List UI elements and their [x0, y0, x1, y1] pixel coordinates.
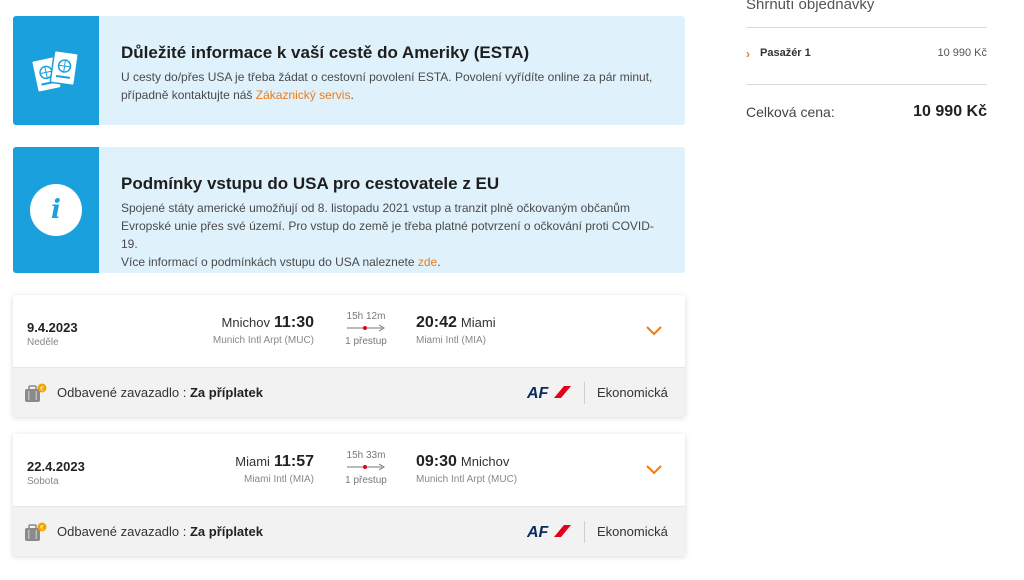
usa-entry-notice: i Podmínky vstupu do USA pro cestovatele…	[13, 147, 685, 273]
departure-airport: Munich Intl Arpt (MUC)	[212, 335, 314, 346]
flight-header[interactable]: 22.4.2023 Sobota Miami 11:57 Miami Intl (…	[13, 434, 685, 506]
baggage-info: Odbavené zavazadlo : Za příplatek	[57, 385, 263, 400]
departure-city: Mnichov	[221, 315, 270, 330]
arrival: 09:30 Mnichov Munich Intl Arpt (MUC)	[416, 453, 517, 485]
flight-details-bar: € Odbavené zavazadlo : Za příplatek AF E…	[13, 367, 685, 417]
route-arrow-icon	[339, 461, 393, 475]
chevron-down-icon[interactable]	[645, 323, 663, 337]
esta-text-line1: U cesty do/přes USA je třeba žádat o ces…	[121, 70, 653, 84]
arrival-airport: Miami Intl (MIA)	[416, 335, 486, 346]
flight-date: 9.4.2023	[27, 320, 78, 335]
air-france-logo: AF	[527, 385, 571, 401]
flight-stops: 1 přestup	[345, 336, 387, 347]
divider	[584, 521, 585, 543]
chevron-down-icon[interactable]	[645, 462, 663, 476]
divider	[746, 27, 987, 28]
baggage-info: Odbavené zavazadlo : Za příplatek	[57, 524, 263, 539]
baggage-value: Za příplatek	[189, 524, 263, 539]
flight-card-outbound[interactable]: 9.4.2023 Neděle Mnichov 11:30 Munich Intl…	[13, 295, 685, 417]
cabin-class: Ekonomická	[597, 385, 668, 400]
total-price-row: Celková cena: 10 990 Kč	[746, 103, 987, 124]
svg-text:AF: AF	[527, 385, 550, 401]
flight-header[interactable]: 9.4.2023 Neděle Mnichov 11:30 Munich Intl…	[13, 295, 685, 367]
departure-city: Miami	[235, 454, 270, 469]
route-arrow-icon	[339, 322, 393, 336]
air-france-logo: AF	[527, 524, 571, 540]
usa-text-line1: Spojené státy americké umožňují od 8. li…	[121, 201, 630, 215]
arrival: 20:42 Miami Miami Intl (MIA)	[416, 314, 496, 346]
svg-text:€: €	[40, 386, 44, 393]
passenger-price: 10 990 Kč	[937, 47, 987, 59]
baggage-icon: €	[25, 383, 47, 402]
departure: Mnichov 11:30 Munich Intl Arpt (MUC)	[213, 314, 314, 346]
usa-text-end: .	[437, 255, 441, 269]
departure-airport: Miami Intl (MIA)	[244, 474, 314, 485]
flight-date: 22.4.2023	[27, 459, 85, 474]
usa-text-line3: Více informací o podmínkách vstupu do US…	[121, 255, 418, 269]
baggage-label: Odbavené zavazadlo :	[57, 385, 190, 400]
arrival-time: 09:30	[416, 453, 457, 470]
arrival-airport: Munich Intl Arpt (MUC)	[416, 474, 518, 485]
esta-text-end: .	[350, 88, 354, 102]
divider	[584, 382, 585, 404]
notice-icon-panel	[13, 16, 99, 125]
customer-service-link[interactable]: Zákaznický servis	[256, 88, 351, 102]
esta-notice: Důležité informace k vaší cestě do Ameri…	[13, 16, 685, 125]
info-icon: i	[30, 184, 82, 236]
usa-text-line2: Evropské unie přes své území. Pro vstup …	[121, 219, 654, 251]
total-price-value: 10 990 Kč	[913, 103, 987, 120]
passenger-row[interactable]: › Pasažér 1 10 990 Kč	[746, 46, 987, 62]
chevron-right-icon[interactable]: ›	[746, 47, 750, 61]
arrival-city: Mnichov	[460, 454, 510, 469]
flight-day: Sobota	[27, 476, 59, 487]
departure: Miami 11:57 Miami Intl (MIA)	[235, 453, 314, 485]
notice-icon-panel: i	[13, 147, 99, 273]
arrival-time: 20:42	[416, 314, 457, 331]
flight-duration-block: 15h 33m 1 přestup	[339, 450, 393, 486]
departure-time: 11:57	[273, 453, 314, 470]
esta-text-line2: případně kontaktujte náš	[121, 88, 256, 102]
flight-duration-block: 15h 12m 1 přestup	[339, 311, 393, 347]
cabin-class: Ekonomická	[597, 524, 668, 539]
flight-duration: 15h 33m	[346, 450, 386, 461]
total-price-label: Celková cena:	[746, 104, 835, 120]
usa-notice-title: Podmínky vstupu do USA pro cestovatele z…	[121, 174, 500, 193]
order-summary-title: Shrnutí objednávky	[746, 0, 875, 13]
flight-duration: 15h 12m	[346, 311, 386, 322]
svg-text:€: €	[40, 525, 44, 532]
passenger-label[interactable]: Pasažér 1	[760, 47, 811, 59]
arrival-city: Miami	[460, 315, 496, 330]
flight-card-return[interactable]: 22.4.2023 Sobota Miami 11:57 Miami Intl (…	[13, 434, 685, 556]
svg-text:AF: AF	[527, 524, 550, 540]
departure-time: 11:30	[273, 314, 314, 331]
more-info-link[interactable]: zde	[418, 255, 437, 269]
divider	[746, 84, 987, 85]
baggage-icon: €	[25, 522, 47, 541]
baggage-label: Odbavené zavazadlo :	[57, 524, 190, 539]
esta-notice-title: Důležité informace k vaší cestě do Ameri…	[121, 43, 530, 62]
flight-day: Neděle	[27, 337, 59, 348]
flight-stops: 1 přestup	[345, 475, 387, 486]
esta-notice-text: U cesty do/přes USA je třeba žádat o ces…	[121, 68, 665, 104]
baggage-value: Za příplatek	[189, 385, 263, 400]
passports-icon	[31, 49, 79, 93]
usa-notice-text: Spojené státy americké umožňují od 8. li…	[121, 199, 665, 271]
flight-details-bar: € Odbavené zavazadlo : Za příplatek AF E…	[13, 506, 685, 556]
